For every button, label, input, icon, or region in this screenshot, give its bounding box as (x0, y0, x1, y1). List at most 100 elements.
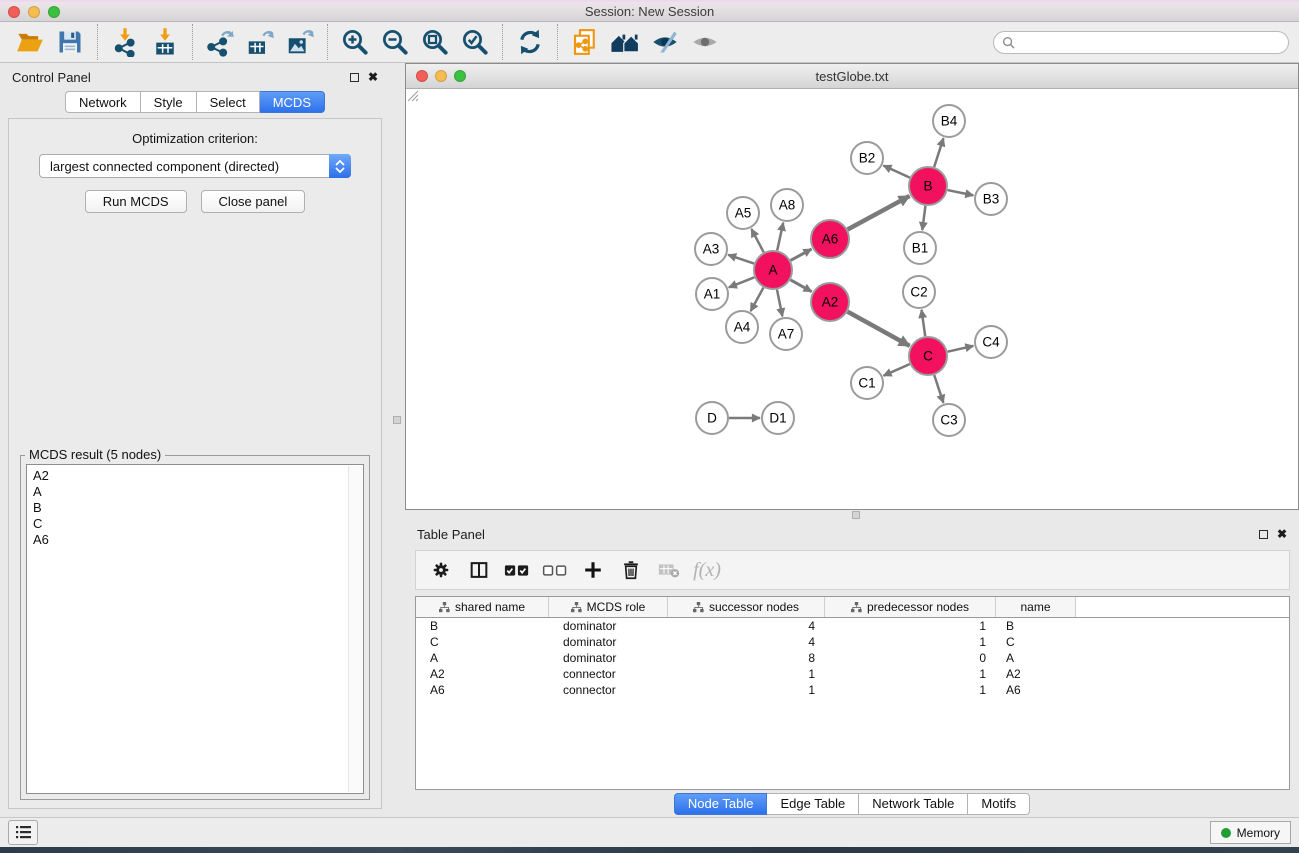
table-settings-icon[interactable] (424, 554, 458, 586)
graph-edge-C-C3[interactable] (934, 375, 943, 403)
export-table-icon[interactable] (240, 24, 280, 60)
search-field[interactable] (993, 31, 1289, 54)
save-session-icon[interactable] (50, 24, 90, 60)
show-columns-icon[interactable] (462, 554, 496, 586)
float-panel-icon[interactable] (350, 73, 359, 82)
refresh-layout-icon[interactable] (510, 24, 550, 60)
tab-network[interactable]: Network (65, 91, 141, 113)
result-list-scrollbar[interactable] (348, 466, 362, 792)
table-panel-title: Table Panel (417, 527, 485, 542)
graph-edge-B-B4[interactable] (934, 138, 943, 167)
mcds-result-item[interactable]: A (33, 484, 345, 500)
graph-node-label-A3: A3 (703, 242, 720, 257)
graph-edge-A-A1[interactable] (729, 277, 755, 287)
float-panel-icon[interactable] (1259, 530, 1268, 539)
close-window-button[interactable] (8, 6, 20, 18)
graph-edge-B-B1[interactable] (922, 206, 925, 230)
zoom-window-button[interactable] (48, 6, 60, 18)
close-panel-icon[interactable]: ✖ (1277, 528, 1287, 540)
vertical-split-divider[interactable] (390, 63, 405, 817)
column-header-shared-name[interactable]: shared name (416, 597, 549, 617)
zoom-in-icon[interactable] (335, 24, 375, 60)
export-image-icon[interactable] (280, 24, 320, 60)
graph-edge-A-A2[interactable] (790, 280, 811, 292)
mcds-result-item[interactable]: C (33, 516, 345, 532)
tab-mcds[interactable]: MCDS (260, 91, 325, 113)
table-cell: 1 (825, 634, 996, 650)
divider-knob[interactable] (393, 416, 401, 424)
show-all-networks-icon[interactable] (605, 24, 645, 60)
hide-graphics-details-icon[interactable] (645, 24, 685, 60)
column-header-predecessor-nodes[interactable]: predecessor nodes (825, 597, 996, 617)
network-close-button[interactable] (416, 70, 428, 82)
graph-edge-A-A5[interactable] (751, 229, 763, 252)
column-header-name[interactable]: name (996, 597, 1076, 617)
graph-edge-A-A6[interactable] (791, 249, 812, 260)
task-history-button[interactable] (8, 820, 38, 845)
graph-edge-B-B2[interactable] (883, 166, 909, 178)
tab-select[interactable]: Select (197, 91, 260, 113)
graph-edge-C-C4[interactable] (948, 346, 974, 352)
tab-motifs[interactable]: Motifs (968, 793, 1030, 815)
column-header-successor-nodes[interactable]: successor nodes (668, 597, 825, 617)
graph-edge-A-A7[interactable] (777, 290, 782, 317)
tab-network-table[interactable]: Network Table (859, 793, 968, 815)
window-resize-grip[interactable] (406, 89, 419, 102)
mcds-result-item[interactable]: B (33, 500, 345, 516)
zoom-out-icon[interactable] (375, 24, 415, 60)
function-builder-icon[interactable]: f(x) (690, 554, 724, 586)
run-mcds-button[interactable]: Run MCDS (85, 190, 187, 213)
mcds-result-item[interactable]: A2 (33, 468, 345, 484)
tab-style[interactable]: Style (141, 91, 197, 113)
close-panel-button[interactable]: Close panel (201, 190, 306, 213)
network-zoom-button[interactable] (454, 70, 466, 82)
zoom-selected-icon[interactable] (455, 24, 495, 60)
table-cell: 0 (825, 650, 996, 666)
deselect-all-icon[interactable] (538, 554, 572, 586)
table-row-A2[interactable]: A2connector11A2 (416, 666, 1289, 682)
zoom-fit-icon[interactable] (415, 24, 455, 60)
network-canvas[interactable]: B4B2BB3A8A5A6A3B1AA1C2A2A4A7C4CC1DD1C3 (406, 89, 1298, 509)
export-network-icon[interactable] (200, 24, 240, 60)
close-panel-icon[interactable]: ✖ (368, 71, 378, 83)
clone-network-icon[interactable] (565, 24, 605, 60)
table-header-row: shared nameMCDS rolesuccessor nodesprede… (416, 597, 1289, 618)
divider-knob[interactable] (852, 511, 860, 519)
tab-node-table[interactable]: Node Table (674, 793, 768, 815)
select-all-icon[interactable] (500, 554, 534, 586)
open-file-icon[interactable] (10, 24, 50, 60)
tab-edge-table[interactable]: Edge Table (767, 793, 859, 815)
import-table-icon[interactable] (145, 24, 185, 60)
graph-edge-A-A3[interactable] (728, 255, 754, 264)
graph-edge-C-C2[interactable] (922, 310, 926, 336)
table-row-B[interactable]: Bdominator41B (416, 618, 1289, 634)
graph-edge-B-B3[interactable] (948, 190, 974, 195)
table-cell: A (416, 650, 549, 666)
column-header-MCDS-role[interactable]: MCDS role (549, 597, 668, 617)
horizontal-split-divider[interactable] (405, 510, 1299, 520)
memory-button[interactable]: Memory (1210, 821, 1291, 844)
graph-edge-C-C1[interactable] (883, 364, 909, 376)
criterion-dropdown[interactable]: largest connected component (directed) (39, 154, 351, 178)
import-network-icon[interactable] (105, 24, 145, 60)
table-row-A[interactable]: Adominator80A (416, 650, 1289, 666)
delete-table-icon[interactable] (652, 554, 686, 586)
graph-edge-A-A8[interactable] (777, 223, 783, 251)
delete-column-icon[interactable] (614, 554, 648, 586)
search-input[interactable] (1020, 35, 1280, 49)
graph-edge-A2-C[interactable] (848, 312, 910, 346)
graph-edge-A-A4[interactable] (751, 288, 764, 312)
add-column-icon[interactable] (576, 554, 610, 586)
table-cell: dominator (549, 634, 668, 650)
network-minimize-button[interactable] (435, 70, 447, 82)
show-graphics-details-icon[interactable] (685, 24, 725, 60)
minimize-window-button[interactable] (28, 6, 40, 18)
table-row-A6[interactable]: A6connector11A6 (416, 682, 1289, 698)
mcds-result-item[interactable]: A6 (33, 532, 345, 548)
table-row-C[interactable]: Cdominator41C (416, 634, 1289, 650)
graph-node-label-C4: C4 (982, 335, 1000, 350)
desktop-background (0, 847, 1299, 853)
graph-node-label-B4: B4 (941, 114, 958, 129)
table-cell: dominator (549, 650, 668, 666)
graph-edge-A6-B[interactable] (848, 196, 910, 229)
